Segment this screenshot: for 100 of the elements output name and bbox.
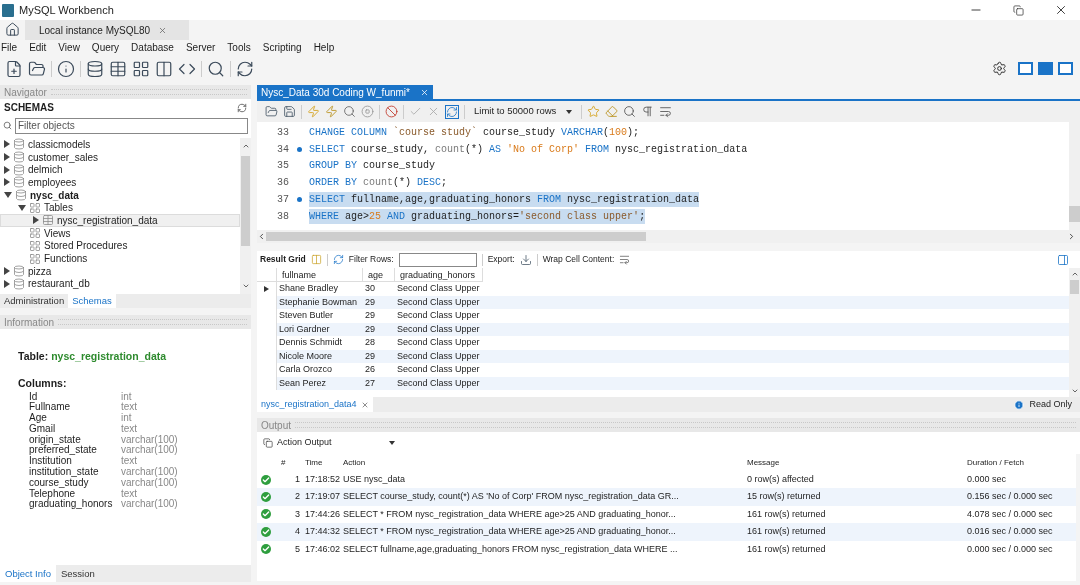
menu-item[interactable]: Help: [312, 40, 346, 55]
wrap-label: Wrap Cell Content:: [542, 253, 615, 266]
result-tab[interactable]: nysc_registration_data4: [257, 397, 373, 412]
menu-item[interactable]: Query: [90, 40, 131, 55]
tree-item[interactable]: customer_sales: [0, 150, 240, 164]
folder-icon: [29, 252, 41, 265]
filter-label: Filter Rows:: [348, 253, 394, 266]
open-file-icon[interactable]: [265, 105, 278, 118]
reconnect-icon[interactable]: [236, 59, 254, 78]
output-selector[interactable]: Action Output: [277, 436, 397, 450]
sidebar-toggle-icon[interactable]: [1018, 62, 1033, 75]
column-type: varchar(100): [121, 499, 178, 511]
tree-item[interactable]: nysc_registration_data: [0, 214, 240, 227]
tree-item[interactable]: Stored Procedures: [0, 239, 240, 253]
collapsed-arrow-icon[interactable]: [33, 216, 39, 225]
menu-item[interactable]: Database: [130, 40, 185, 55]
autocommit-icon[interactable]: [445, 104, 459, 119]
filter-field[interactable]: Filter objects: [15, 117, 248, 134]
scrollbar[interactable]: [240, 138, 251, 294]
line-number: 33: [276, 125, 289, 140]
settings-icon[interactable]: [992, 61, 1007, 76]
error-toggle-icon[interactable]: [385, 105, 398, 118]
table-cell-text: 1: [294, 472, 301, 486]
output-toggle-icon[interactable]: [1038, 62, 1053, 75]
menu-item[interactable]: Tools: [226, 40, 262, 55]
new-sql-tab-icon[interactable]: [5, 59, 23, 78]
result-grid-tab[interactable]: Result Grid: [260, 253, 306, 266]
table-cell-text: 5: [294, 542, 301, 556]
table-cell-text: 30: [364, 282, 376, 295]
table-icon[interactable]: [109, 59, 127, 78]
menu-item[interactable]: View: [57, 40, 91, 55]
star-icon[interactable]: [587, 105, 601, 118]
explain-icon[interactable]: [343, 105, 356, 118]
info-icon[interactable]: [57, 59, 75, 78]
wrap-icon[interactable]: [659, 105, 673, 118]
menu-item[interactable]: File: [0, 40, 29, 55]
panel-toggle-icon[interactable]: [1058, 62, 1073, 75]
table-cell-text: USE nysc_data: [342, 472, 407, 486]
home-icon[interactable]: [5, 22, 20, 37]
scroll-down-icon[interactable]: [1070, 387, 1079, 395]
search-icon[interactable]: [207, 59, 225, 78]
refresh-icon[interactable]: [237, 102, 247, 113]
view-icon[interactable]: [132, 59, 150, 78]
column-name: Id: [29, 391, 39, 402]
tree-item[interactable]: delmich: [0, 163, 240, 177]
scroll-thumb[interactable]: [241, 156, 250, 246]
column-header: Time: [304, 456, 324, 469]
panel-tab[interactable]: Object Info: [0, 565, 56, 582]
tree-item[interactable]: Views: [0, 226, 240, 240]
copy-icon[interactable]: [263, 438, 273, 448]
scroll-thumb[interactable]: [1070, 280, 1079, 294]
invisible-characters-icon[interactable]: [641, 105, 655, 118]
query-tab[interactable]: Nysc_Data 30d Coding W_funmi*: [257, 85, 433, 99]
save-icon[interactable]: [283, 105, 296, 118]
connection-tab[interactable]: Local instance MySQL80: [25, 20, 190, 40]
open-sql-file-icon[interactable]: [28, 59, 46, 78]
close-icon[interactable]: [1054, 3, 1068, 17]
close-tab-icon[interactable]: [360, 400, 369, 409]
scroll-down-icon[interactable]: [241, 282, 250, 290]
tree-item[interactable]: employees: [0, 176, 240, 189]
database-icon[interactable]: [86, 59, 104, 78]
scroll-up-icon[interactable]: [1070, 270, 1079, 278]
scroll-left-icon[interactable]: [257, 232, 266, 241]
table-cell-text: Carla Orozco: [278, 363, 333, 376]
close-tab-icon[interactable]: [419, 87, 429, 97]
export-icon[interactable]: [519, 253, 532, 266]
scroll-up-icon[interactable]: [241, 142, 250, 150]
tree-item[interactable]: classicmodels: [0, 138, 240, 151]
refresh-icon[interactable]: [332, 254, 344, 265]
limit-dropdown[interactable]: Limit to 50000 rows: [470, 103, 577, 120]
search-icon[interactable]: [623, 105, 637, 118]
column-header: Message: [746, 456, 781, 469]
scrollbar[interactable]: [1069, 268, 1080, 397]
menu-item[interactable]: Scripting: [261, 40, 313, 55]
filter-field[interactable]: [398, 252, 477, 267]
panel-tab[interactable]: Administration: [0, 294, 69, 308]
grid-icon[interactable]: [310, 254, 322, 265]
tree-item[interactable]: restaurant_db: [0, 277, 240, 291]
column-name: Gmail: [29, 423, 57, 435]
scroll-thumb[interactable]: [266, 232, 646, 241]
beautify-icon[interactable]: [605, 105, 619, 118]
menu-item[interactable]: Edit: [28, 40, 58, 55]
procedure-icon[interactable]: [155, 59, 173, 78]
tree-item[interactable]: pizza: [0, 264, 240, 278]
wrap-icon[interactable]: [619, 254, 631, 265]
table-cell-text: 17:44:26: [304, 507, 340, 521]
folder-icon: [29, 227, 41, 240]
execute-current-icon[interactable]: [325, 105, 338, 118]
panel-toggle-icon[interactable]: [1057, 253, 1069, 266]
table-label: Table:: [18, 349, 49, 364]
restore-icon[interactable]: [1013, 4, 1024, 16]
scroll-right-icon[interactable]: [1067, 232, 1076, 241]
panel-tab[interactable]: Session: [55, 565, 100, 582]
close-tab-icon[interactable]: [158, 25, 168, 35]
scrollbar[interactable]: [257, 230, 1080, 243]
tree-item[interactable]: Functions: [0, 252, 240, 265]
panel-tab[interactable]: Schemas: [68, 294, 116, 308]
tree-item[interactable]: nysc_data: [0, 188, 240, 202]
scroll-thumb[interactable]: [1069, 206, 1080, 222]
menu-item[interactable]: Server: [184, 40, 227, 55]
